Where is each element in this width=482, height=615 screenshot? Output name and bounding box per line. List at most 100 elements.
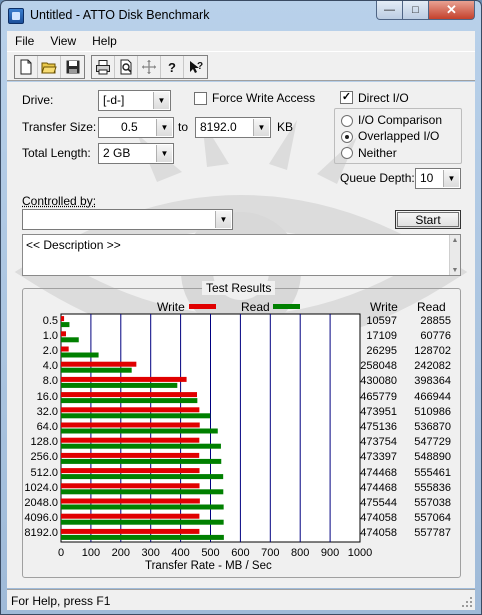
read-value: 555836 [414,481,451,494]
help-icon[interactable]: ? [161,56,184,78]
block-size-label: 0.5 [42,314,58,327]
print-preview-icon[interactable] [115,56,138,78]
read-bar [61,443,221,449]
read-value: 242082 [414,360,451,373]
write-bar [61,361,137,367]
x-tick-label: 700 [261,547,280,559]
read-value: 557038 [414,497,451,509]
new-file-icon[interactable] [15,56,38,78]
write-bar [61,437,200,443]
write-value: 474058 [360,512,397,525]
write-value: 17109 [366,329,397,342]
write-value: 465779 [360,390,397,403]
read-bar [61,504,224,510]
write-value: 473951 [360,405,397,418]
context-help-icon[interactable]: ? [184,56,207,78]
write-value: 26295 [366,345,397,357]
read-value: 557787 [414,527,451,540]
write-value: 474468 [360,466,397,479]
main-panel: Drive: [-d-] ▼ Force Write Access ✓ Dire… [7,82,475,588]
file-toolbar-group [14,55,85,79]
minimize-button[interactable]: — [376,1,403,20]
read-value: 28855 [420,314,451,327]
maximize-button[interactable]: □ [403,1,429,20]
x-tick-label: 600 [231,547,250,559]
menu-file[interactable]: File [7,34,42,48]
block-size-label: 2048.0 [24,497,58,509]
write-bar [61,376,187,382]
read-bar [61,413,211,419]
block-size-label: 4.0 [42,360,58,373]
toolbar: ? ? [7,51,475,81]
resize-grip-icon[interactable] [462,597,473,608]
block-size-label: 8.0 [42,375,58,388]
x-tick-label: 500 [201,547,220,559]
block-size-label: 512.0 [30,466,58,479]
read-value: 60776 [420,329,451,342]
write-value: 475544 [360,497,397,509]
write-value: 10597 [366,314,397,327]
menu-help[interactable]: Help [84,34,125,48]
read-value: 510986 [414,405,451,418]
x-tick-label: 900 [320,547,340,559]
write-bar [61,513,200,519]
write-bar [61,331,66,337]
write-bar [61,528,200,534]
read-value: 536870 [414,421,451,433]
block-size-label: 1024.0 [24,481,58,494]
save-icon[interactable] [61,56,84,78]
x-tick-label: 300 [141,547,160,559]
read-bar [61,337,79,343]
read-bar [61,382,178,388]
write-value: 474058 [360,527,397,540]
status-bar: For Help, press F1 [7,589,475,610]
write-bar [61,316,65,322]
read-value: 547729 [414,436,451,449]
read-bar [61,352,99,358]
write-bar [61,498,200,504]
x-tick-label: 200 [111,547,130,559]
write-bar [61,346,69,352]
block-size-label: 8192.0 [24,527,58,540]
block-size-label: 32.0 [36,405,58,418]
write-bar [61,407,200,413]
read-bar [61,534,224,540]
menu-bar: File View Help [7,31,475,51]
x-axis-title: Transfer Rate - MB / Sec [145,560,272,572]
print-icon[interactable] [92,56,115,78]
read-bar [61,322,70,328]
write-value: 474468 [360,481,397,494]
write-bar [61,392,198,398]
x-tick-label: 1000 [347,547,373,559]
app-icon [8,8,24,24]
x-tick-label: 0 [57,547,65,559]
read-value: 398364 [414,375,451,388]
write-value: 430080 [360,375,397,388]
read-value: 555461 [414,466,451,479]
open-folder-icon[interactable] [38,56,61,78]
close-button[interactable]: ✕ [429,1,475,20]
block-size-label: 128.0 [30,436,58,449]
move-icon[interactable] [138,56,161,78]
block-size-label: 1.0 [42,329,58,342]
svg-text:?: ? [168,60,176,75]
tools-toolbar-group: ? ? [91,55,208,79]
read-bar [61,474,224,480]
read-value: 128702 [414,345,451,357]
title-bar[interactable]: Untitled - ATTO Disk Benchmark — □ ✕ [1,1,481,31]
write-value: 258048 [360,360,397,373]
x-tick-label: 800 [291,547,310,559]
block-size-label: 256.0 [30,451,58,464]
write-bar [61,483,200,489]
window-title: Untitled - ATTO Disk Benchmark [30,8,210,22]
svg-text:?: ? [197,61,203,72]
block-size-label: 4096.0 [24,512,58,525]
read-bar [61,489,224,495]
status-text: For Help, press F1 [11,594,111,608]
read-value: 466944 [414,390,451,403]
menu-view[interactable]: View [42,34,84,48]
write-value: 475136 [360,421,397,433]
read-bar [61,428,218,434]
block-size-label: 16.0 [36,390,58,403]
write-bar [61,422,200,428]
